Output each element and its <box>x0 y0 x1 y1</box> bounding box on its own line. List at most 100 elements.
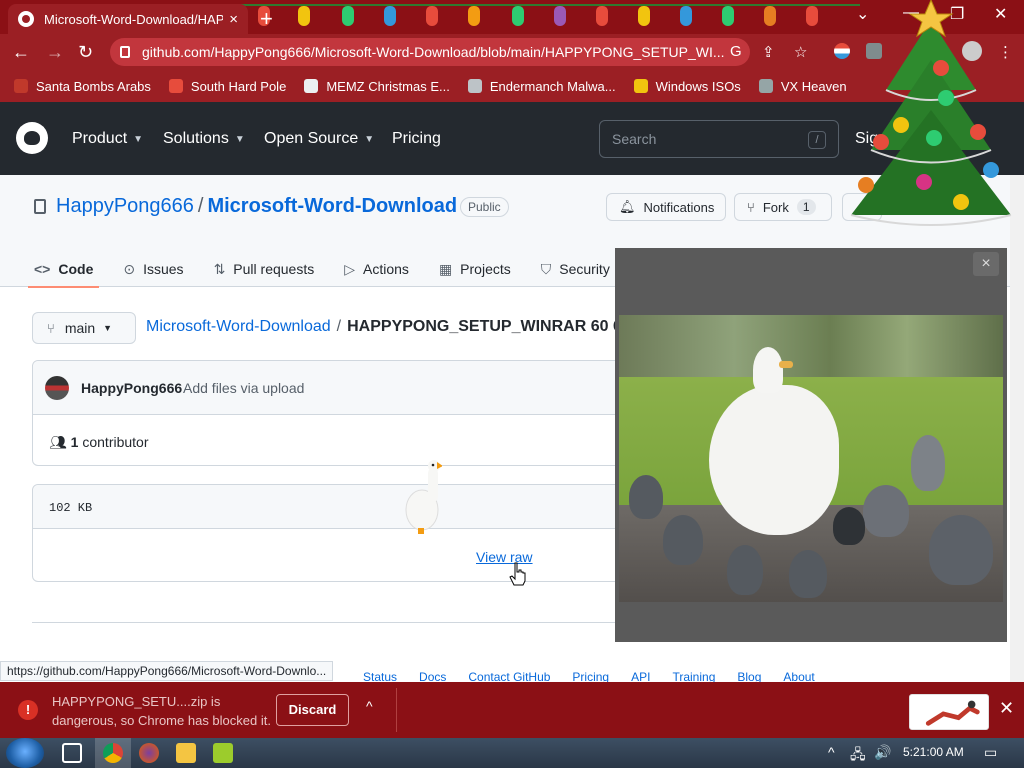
branch-selector[interactable]: ⑂ main ▼ <box>32 312 136 344</box>
tab-pull-requests[interactable]: ⇅ Pull requests <box>214 251 315 287</box>
chevron-up-icon[interactable]: ^ <box>366 698 373 714</box>
bookmark-star-icon[interactable]: ☆ <box>794 43 807 61</box>
bookmark-favicon-icon <box>14 79 28 93</box>
search-input[interactable]: Search / <box>599 120 839 158</box>
duck-body <box>709 385 839 535</box>
tab-code[interactable]: <> Code <box>27 251 100 288</box>
fork-count: 1 <box>796 199 816 215</box>
light-bulb-icon <box>512 6 524 26</box>
light-bulb-icon <box>468 6 480 26</box>
tab-actions[interactable]: ▷ Actions <box>344 251 409 287</box>
nav-solutions[interactable]: Solutions ▼ <box>163 130 245 148</box>
duck-beak <box>779 361 793 368</box>
firefox-icon[interactable] <box>139 743 159 763</box>
new-tab-button[interactable]: + <box>260 6 273 32</box>
discard-button[interactable]: Discard <box>276 694 349 726</box>
git-branch-icon: ⑂ <box>47 320 55 336</box>
tab-issues[interactable]: ⊙ Issues <box>123 251 183 287</box>
network-icon[interactable]: 🖧 <box>850 744 866 768</box>
download-bar-close-button[interactable]: ✕ <box>999 698 1014 719</box>
pigeon <box>929 515 993 585</box>
bookmark-label: MEMZ Christmas E... <box>326 78 450 94</box>
page-scrollbar[interactable] <box>1010 175 1024 682</box>
back-button[interactable]: ← <box>12 42 30 63</box>
video-popup: × <box>615 248 1007 642</box>
tab-label: Actions <box>363 261 409 277</box>
commit-message[interactable]: Add files via upload <box>183 380 304 396</box>
notification-icon[interactable]: ▭ <box>984 744 997 761</box>
tray-expand-icon[interactable]: ^ <box>828 744 835 760</box>
warning-icon: ! <box>18 700 38 720</box>
tab-label: Pull requests <box>233 261 315 277</box>
github-logo-icon[interactable] <box>16 122 48 154</box>
browser-tab-active[interactable]: Microsoft-Word-Download/HAP × <box>8 4 248 34</box>
link-hover-status: https://github.com/HappyPong666/Microsof… <box>0 661 334 681</box>
bookmark-favicon-icon <box>633 79 648 93</box>
file-box: 102 KB View raw <box>32 484 652 582</box>
repo-title-separator: / <box>197 195 204 217</box>
pigeon <box>863 485 909 537</box>
nav-pricing-label: Pricing <box>392 130 441 147</box>
tab-icon: ⇅ <box>213 260 226 277</box>
windows-taskbar: ^ 🖧 🔊 5:21:00 AM ▭ <box>0 738 1024 768</box>
tab-projects[interactable]: ▦ Projects <box>439 251 511 287</box>
repo-owner-link[interactable]: HappyPong666 <box>56 195 194 217</box>
lock-icon <box>120 46 130 58</box>
reload-button[interactable]: ↻ <box>78 42 93 63</box>
nav-solutions-label: Solutions <box>163 130 229 147</box>
repo-name-link[interactable]: Microsoft-Word-Download <box>207 195 457 217</box>
start-button[interactable] <box>6 738 44 768</box>
notepad-icon[interactable] <box>213 743 233 763</box>
bookmark-item[interactable]: VX Heaven <box>758 79 847 94</box>
task-view-icon[interactable] <box>62 743 82 763</box>
runner-thumbnail-icon <box>909 694 989 730</box>
bookmark-item[interactable]: MEMZ Christmas E... <box>304 79 450 94</box>
nav-open-source-label: Open Source <box>264 130 359 147</box>
duck-head <box>753 347 783 393</box>
goose-icon[interactable] <box>402 458 442 536</box>
tab-label: Projects <box>460 261 511 277</box>
nav-product[interactable]: Product ▼ <box>72 130 143 148</box>
nav-pricing[interactable]: Pricing <box>392 130 441 148</box>
fork-button[interactable]: ⑂ Fork 1 <box>734 193 832 221</box>
breadcrumb-filename: HAPPYPONG_SETUP_WINRAR 60 66 <box>347 318 631 335</box>
notifications-button[interactable]: 🔔︎ Notifications <box>606 193 726 221</box>
tab-security[interactable]: ⛉ Security <box>541 251 610 287</box>
github-favicon-icon <box>18 11 34 27</box>
visibility-badge: Public <box>460 197 509 217</box>
taskbar-clock[interactable]: 5:21:00 AM <box>903 745 964 759</box>
chrome-icon[interactable] <box>103 743 123 763</box>
breadcrumb-repo-link[interactable]: Microsoft-Word-Download <box>146 318 331 335</box>
volume-icon[interactable]: 🔊 <box>874 744 891 761</box>
avatar[interactable] <box>45 376 69 400</box>
light-bulb-icon <box>298 6 310 26</box>
search-shortcut-key: / <box>808 131 826 149</box>
fork-label: Fork <box>762 199 789 215</box>
light-bulb-icon <box>806 6 818 26</box>
share-icon[interactable]: ⇪ <box>762 43 775 61</box>
bookmark-item[interactable]: South Hard Pole <box>168 79 286 94</box>
christmas-tree-icon <box>850 0 1012 226</box>
bookmark-item[interactable]: Endermanch Malwa... <box>467 79 616 94</box>
bookmark-favicon-icon <box>758 79 773 93</box>
tab-icon: ▦ <box>438 260 453 277</box>
commit-author-link[interactable]: HappyPong666 <box>81 380 182 396</box>
bookmark-item[interactable]: Santa Bombs Arabs <box>14 79 151 94</box>
bookmark-favicon-icon <box>168 79 183 93</box>
tab-label: Code <box>58 261 94 277</box>
file-explorer-icon[interactable] <box>176 743 196 763</box>
bookmark-item[interactable]: Windows ISOs <box>633 79 741 94</box>
address-bar[interactable]: github.com/HappyPong666/Microsoft-Word-D… <box>110 38 750 66</box>
light-bulb-icon <box>722 6 734 26</box>
popup-close-button[interactable]: × <box>973 252 999 276</box>
tab-label: Issues <box>143 261 184 277</box>
contributors[interactable]: 👥︎ 1 contributor <box>49 434 149 451</box>
pigeon <box>833 507 865 545</box>
forward-button[interactable]: → <box>46 42 64 63</box>
tab-close-button[interactable]: × <box>229 11 238 28</box>
nav-open-source[interactable]: Open Source ▼ <box>264 130 374 148</box>
tab-icon: <> <box>34 261 51 277</box>
chevron-down-icon: ▼ <box>133 133 144 145</box>
google-lens-icon[interactable]: G <box>730 43 742 60</box>
file-meta: 102 KB <box>33 485 651 529</box>
